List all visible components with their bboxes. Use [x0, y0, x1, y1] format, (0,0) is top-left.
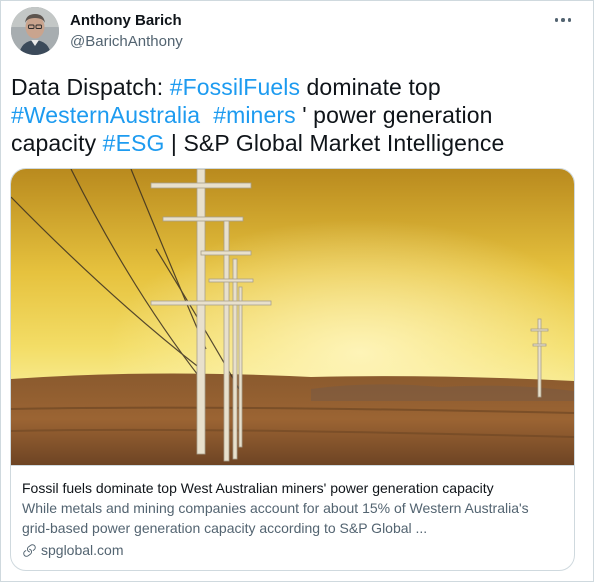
tweet: Anthony Barich @BarichAnthony Data Dispa… — [0, 0, 594, 582]
more-dot — [567, 18, 572, 22]
tweet-text-segment: dominate top — [300, 74, 441, 100]
hashtag-link[interactable]: #ESG — [103, 130, 165, 156]
card-info: Fossil fuels dominate top West Australia… — [11, 465, 574, 570]
avatar-image — [11, 7, 59, 55]
avatar[interactable] — [11, 7, 59, 55]
more-dot — [554, 18, 559, 22]
link-icon — [23, 543, 36, 557]
card-description: While metals and mining companies accoun… — [22, 500, 529, 536]
tweet-text-segment: Data Dispatch: — [11, 74, 170, 100]
author-handle[interactable]: @BarichAnthony — [70, 33, 183, 51]
author-name[interactable]: Anthony Barich — [70, 12, 182, 30]
card-domain-row: spglobal.com — [22, 541, 562, 559]
more-icon[interactable] — [550, 9, 576, 31]
tweet-text-segment — [200, 102, 213, 128]
hashtag-link[interactable]: #FossilFuels — [170, 74, 300, 100]
hashtag-link[interactable]: #WesternAustralia — [11, 102, 200, 128]
tweet-text-segment: | S&P Global Market Intelligence — [164, 130, 505, 156]
tweet-text: Data Dispatch: #FossilFuels dominate top… — [11, 73, 571, 157]
card-image — [11, 169, 574, 465]
more-dot — [561, 18, 565, 22]
link-card[interactable]: Fossil fuels dominate top West Australia… — [10, 168, 575, 571]
hashtag-link[interactable]: #miners — [213, 102, 296, 128]
card-domain: spglobal.com — [41, 542, 124, 558]
card-title: Fossil fuels dominate top West Australia… — [22, 480, 494, 496]
